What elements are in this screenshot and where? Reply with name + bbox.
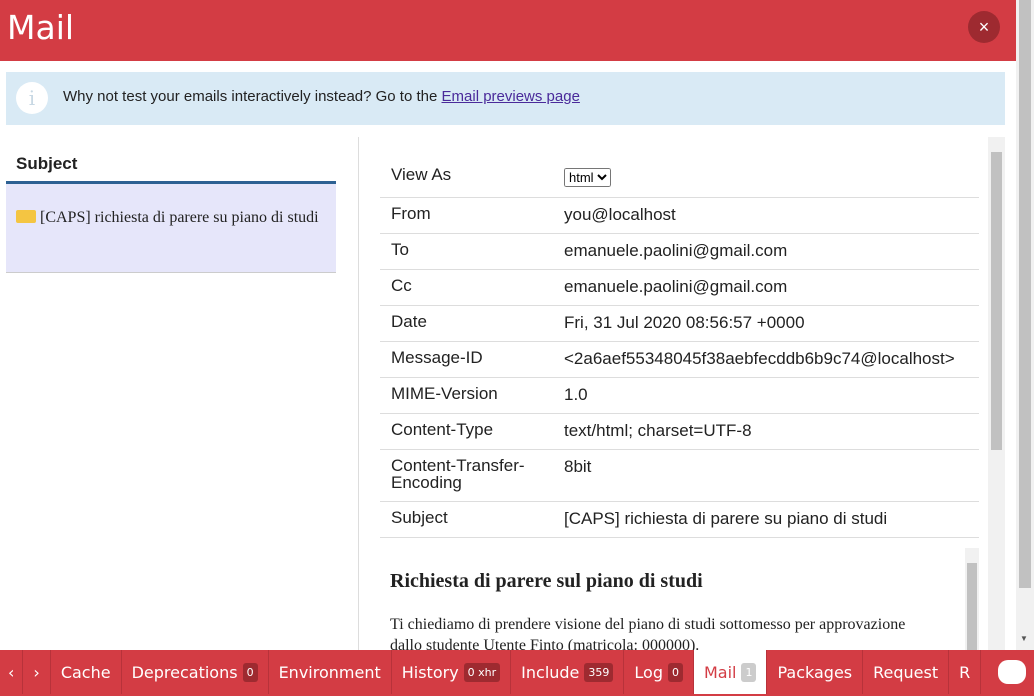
header-row: Message-ID <2a6aef55348045f38aebfecddb6b9…	[380, 341, 979, 378]
tab-badge: 359	[584, 662, 614, 682]
tab-badge: 0	[242, 662, 258, 682]
header-value: emanuele.paolini@gmail.com	[553, 269, 979, 306]
panel-title: Mail	[7, 8, 75, 47]
tab-r[interactable]: R	[949, 650, 982, 694]
list-item[interactable]: [CAPS] richiesta di parere su piano di s…	[6, 184, 336, 273]
header-row: From you@localhost	[380, 197, 979, 234]
header-row: Cc emanuele.paolini@gmail.com	[380, 269, 979, 306]
tab-environment[interactable]: Environment	[269, 650, 392, 694]
email-headers-table: View As html From you@localhost To emanuele.…	[380, 157, 979, 538]
divider	[358, 137, 359, 650]
header-row: To emanuele.paolini@gmail.com	[380, 233, 979, 270]
header-row: MIME-Version 1.0	[380, 377, 979, 414]
tab-mail[interactable]: Mail 1	[693, 650, 768, 694]
header-key: Cc	[380, 269, 553, 306]
header-key: From	[380, 197, 553, 234]
header-key: Message-ID	[380, 341, 553, 378]
header-value: you@localhost	[553, 197, 979, 234]
email-previews-link[interactable]: Email previews page	[442, 88, 580, 105]
header-value: Fri, 31 Jul 2020 08:56:57 +0000	[553, 305, 979, 342]
header-row: Date Fri, 31 Jul 2020 08:56:57 +0000	[380, 305, 979, 342]
tab-label: Include	[521, 662, 580, 682]
tab-log[interactable]: Log 0	[624, 650, 694, 694]
tab-cache[interactable]: Cache	[51, 650, 122, 694]
debug-toolbar: ‹ › Cache Deprecations 0 Environment History…	[0, 650, 1034, 696]
tab-request[interactable]: Request	[863, 650, 950, 694]
email-preview-frame: Richiesta di parere sul piano di studi T…	[380, 548, 979, 650]
envelope-icon	[16, 210, 36, 223]
tab-badge: 0	[667, 662, 683, 682]
view-as-select[interactable]: html	[564, 168, 611, 187]
close-button[interactable]: ×	[968, 11, 1000, 43]
debugkit-logo[interactable]	[990, 650, 1034, 694]
preview-heading: Richiesta di parere sul piano di studi	[390, 570, 703, 592]
info-banner: i Why not test your emails interactively…	[6, 72, 1005, 125]
header-row: Content-Transfer-Encoding 8bit	[380, 449, 979, 502]
header-key: To	[380, 233, 553, 270]
tab-label: History	[401, 662, 459, 682]
tab-badge: 0 xhr	[463, 662, 501, 682]
info-text: Why not test your emails interactively i…	[63, 88, 442, 105]
tab-history[interactable]: History 0 xhr	[392, 650, 512, 694]
page-scrollbar[interactable]: ▼	[1016, 0, 1034, 650]
header-value: 1.0	[553, 377, 979, 414]
tab-label: Request	[873, 662, 939, 682]
header-key: MIME-Version	[380, 377, 553, 414]
tab-include[interactable]: Include 359	[511, 650, 625, 694]
tab-label: Log	[634, 662, 663, 682]
info-icon: i	[16, 82, 48, 114]
preview-scrollbar[interactable]	[965, 548, 979, 650]
header-row: Content-Type text/html; charset=UTF-8	[380, 413, 979, 450]
tab-label: R	[959, 662, 971, 682]
header-value: text/html; charset=UTF-8	[553, 413, 979, 450]
header-value: [CAPS] richiesta di parere su piano di s…	[553, 501, 979, 538]
header-value: 8bit	[553, 449, 979, 502]
subject-header: Subject	[6, 137, 336, 184]
tab-packages[interactable]: Packages	[767, 650, 864, 694]
header-value: emanuele.paolini@gmail.com	[553, 233, 979, 270]
header-key: Date	[380, 305, 553, 342]
tab-label: Environment	[278, 662, 381, 682]
preview-body: Ti chiediamo di prendere visione del pia…	[390, 616, 906, 650]
tab-label: Cache	[60, 662, 111, 682]
tab-label: Deprecations	[131, 662, 238, 682]
tab-label: Packages	[777, 662, 853, 682]
next-button[interactable]: ›	[23, 650, 51, 694]
header-key: Content-Transfer-Encoding	[380, 449, 553, 502]
view-as-label: View As	[380, 157, 553, 198]
email-list: Subject [CAPS] richiesta di parere su pi…	[6, 137, 336, 273]
header-row: Subject [CAPS] richiesta di parere su pia…	[380, 501, 979, 538]
prev-button[interactable]: ‹	[0, 650, 24, 694]
header-key: Subject	[380, 501, 553, 538]
tab-deprecations[interactable]: Deprecations 0	[122, 650, 269, 694]
header-value: <2a6aef55348045f38aebfecddb6b9c74@localh…	[553, 341, 979, 378]
header-key: Content-Type	[380, 413, 553, 450]
details-scrollbar[interactable]	[988, 137, 1005, 650]
panel-header: Mail ×	[0, 0, 1016, 61]
tab-badge: 1	[741, 662, 757, 682]
tab-label: Mail	[703, 662, 737, 682]
